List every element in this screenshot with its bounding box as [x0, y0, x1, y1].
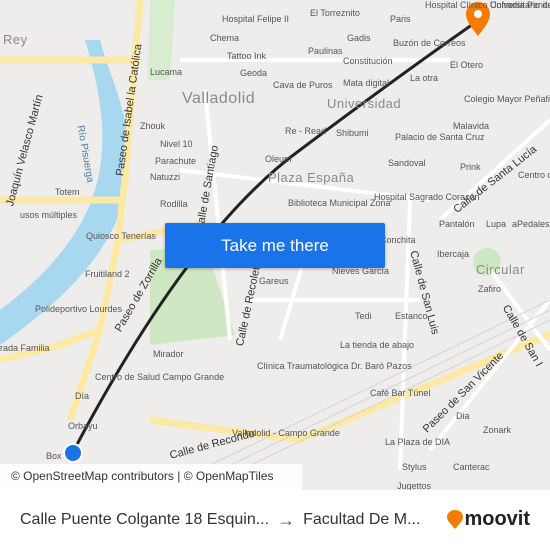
- poi-label: Natuzzi: [150, 172, 181, 182]
- poi-label: Geoda: [240, 68, 268, 78]
- poi-label: Chema: [210, 33, 240, 43]
- poi-label: Día: [75, 391, 90, 401]
- poi-label: Lupa: [486, 219, 507, 229]
- poi-label: Box: [46, 451, 62, 461]
- footer: Calle Puente Colgante 18 Esquin... → Fac…: [0, 490, 550, 550]
- poi-label: Totem: [55, 187, 80, 197]
- poi-label: Palacio de Santa Cruz: [395, 132, 485, 142]
- poi-label: Oleum: [265, 154, 292, 164]
- district-label: Plaza España: [268, 170, 355, 185]
- poi-label: Lucama: [150, 67, 183, 77]
- poi-label: Canterac: [453, 462, 490, 472]
- poi-label: Valladolid - Campo Grande: [232, 428, 340, 438]
- poi-label: Hospital Felipe II: [222, 14, 290, 24]
- poi-label: Malavida: [453, 121, 490, 131]
- poi-label: Sandoval: [388, 158, 426, 168]
- poi-label: Zonark: [483, 425, 512, 435]
- poi-label: Jugettos: [397, 481, 432, 490]
- poi-label: Buzón de Correos: [393, 38, 466, 48]
- district-label: Valladolid: [182, 90, 256, 107]
- district-label: Circular: [476, 262, 525, 277]
- poi-label: Rodilla: [160, 199, 188, 209]
- poi-label: Paris: [390, 14, 411, 24]
- poi-label: Paulinas: [308, 46, 343, 56]
- poi-label: Ibercaja: [437, 249, 470, 259]
- poi-label: La Plaza de DIA: [385, 437, 451, 447]
- poi-label: Zhouk: [140, 121, 166, 131]
- poi-label: Conchita: [380, 235, 416, 245]
- district-label: Universidad: [327, 96, 402, 111]
- poi-label: La tienda de abajo: [340, 340, 415, 350]
- poi-label: Zafiro: [478, 284, 502, 294]
- poi-label: Tedi: [355, 311, 372, 321]
- poi-label: Stylus: [402, 462, 427, 472]
- poi-label: Parachute: [155, 156, 197, 166]
- poi-label: Nivel 10: [160, 139, 193, 149]
- poi-label: Re - Read: [285, 126, 327, 136]
- poi-label: Tattoo Ink: [227, 51, 267, 61]
- poi-label: Café Bar Túnel: [370, 388, 431, 398]
- poi-label: Prink: [460, 162, 481, 172]
- origin-marker: [63, 443, 83, 463]
- poi-label: Cofradía Penitencial de la Sagrada Cena …: [490, 0, 550, 10]
- poi-label: Biblioteca Municipal Zona: [288, 198, 391, 208]
- poi-label: Gadis: [347, 33, 371, 43]
- poi-label: Pantalón: [439, 219, 475, 229]
- poi-label: Orbayu: [68, 421, 98, 431]
- poi-label: Gareus: [259, 276, 289, 286]
- poi-label: Quiosco Tenerías: [86, 231, 156, 241]
- poi-label: Shibumi: [336, 128, 369, 138]
- arrow-right-icon: →: [277, 509, 296, 530]
- poi-label: usos múltiples: [20, 210, 78, 220]
- poi-label: Mirador: [153, 349, 184, 359]
- take-me-there-button[interactable]: Take me there: [165, 223, 385, 268]
- poi-label: Constitución: [343, 56, 393, 66]
- poi-label: Clínica Traumatológica Dr. Baró Pazos: [257, 361, 412, 371]
- map[interactable]: Valladolid Universidad Plaza España Circ…: [0, 0, 550, 490]
- poi-label: Cava de Puros: [273, 80, 333, 90]
- district-label: Rey: [3, 32, 28, 47]
- poi-label: Fruitiland 2: [85, 269, 130, 279]
- poi-label: Colegio Mayor Peñafiel: [464, 94, 550, 104]
- poi-label: El Torreznito: [310, 8, 360, 18]
- poi-label: La otra: [410, 73, 439, 83]
- poi-label: Centro de Salud Campo Grande: [95, 372, 225, 382]
- poi-label: El Otero: [450, 60, 484, 70]
- destination-name: Facultad De M...: [303, 511, 421, 528]
- origin-name: Calle Puente Colgante 18 Esquin...: [20, 511, 270, 528]
- moovit-logo: moovit: [446, 508, 530, 531]
- moovit-pin-icon: [447, 509, 464, 529]
- poi-label: aPedales: [512, 219, 550, 229]
- map-attribution[interactable]: © OpenStreetMap contributors | © OpenMap…: [0, 464, 302, 490]
- poi-label: Dia: [456, 411, 470, 421]
- poi-label: rada Familia: [0, 343, 50, 353]
- poi-label: Mata digital: [343, 78, 390, 88]
- poi-label: Estanco: [395, 311, 428, 321]
- poi-label: Centro de Pilarica: [518, 170, 550, 180]
- poi-label: Polideportivo Lourdes: [35, 304, 123, 314]
